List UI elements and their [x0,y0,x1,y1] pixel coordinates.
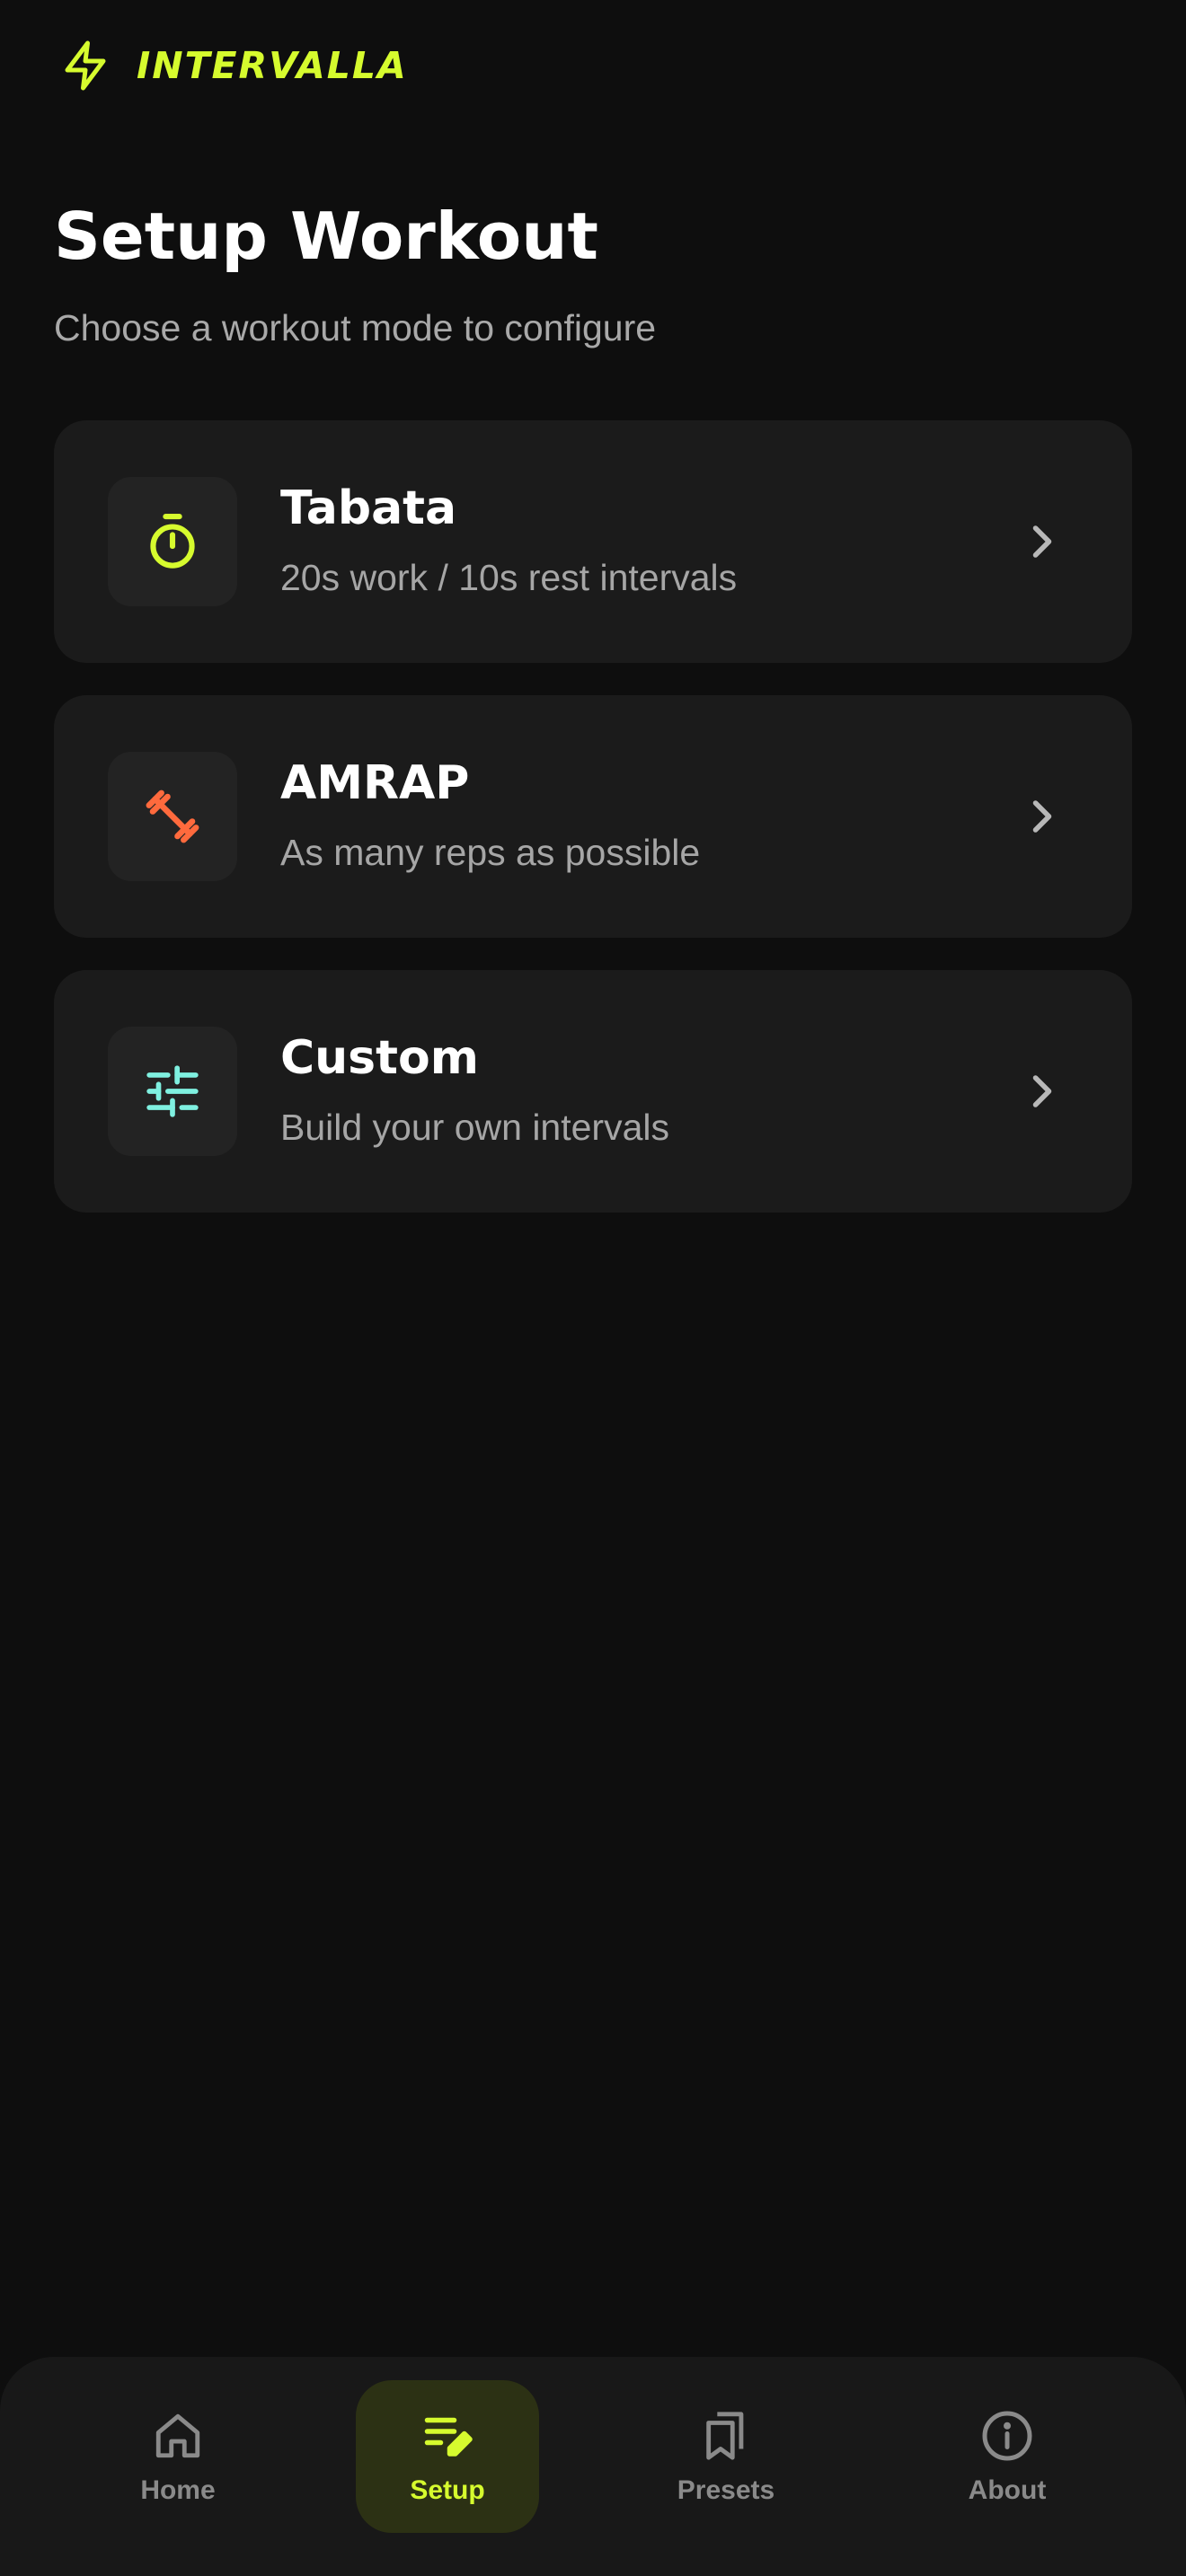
nav-item-about[interactable]: About [916,2380,1099,2533]
mode-card-amrap[interactable]: AMRAP As many reps as possible [54,695,1132,938]
home-icon [149,2407,207,2465]
stopwatch-icon [108,477,237,606]
app-brand-name: INTERVALLA [137,44,408,87]
bottom-nav: Home Setup Presets About [0,2357,1186,2576]
sliders-icon [108,1027,237,1156]
app-header: INTERVALLA [54,34,408,97]
page-title: Setup Workout [54,198,598,274]
mode-title: Custom [280,1031,479,1085]
nav-label: Presets [677,2475,775,2505]
chevron-right-icon [1015,1064,1069,1118]
dumbbell-icon [108,752,237,881]
mode-title: AMRAP [280,756,470,810]
mode-description: As many reps as possible [280,832,701,873]
nav-item-setup[interactable]: Setup [356,2380,539,2533]
nav-label: About [968,2475,1047,2505]
nav-label: Home [140,2475,216,2505]
chevron-right-icon [1015,790,1069,843]
bookmarks-icon [697,2407,755,2465]
nav-item-home[interactable]: Home [86,2380,270,2533]
lightning-bolt-icon [54,34,117,97]
info-icon [978,2407,1036,2465]
mode-card-custom[interactable]: Custom Build your own intervals [54,970,1132,1213]
nav-item-presets[interactable]: Presets [634,2380,818,2533]
chevron-right-icon [1015,515,1069,569]
page-subtitle: Choose a workout mode to configure [54,307,657,348]
mode-description: 20s work / 10s rest intervals [280,557,738,598]
mode-card-tabata[interactable]: Tabata 20s work / 10s rest intervals [54,420,1132,663]
mode-title: Tabata [280,481,457,535]
setup-edit-icon [419,2407,476,2465]
mode-description: Build your own intervals [280,1107,669,1148]
nav-label: Setup [410,2475,485,2505]
